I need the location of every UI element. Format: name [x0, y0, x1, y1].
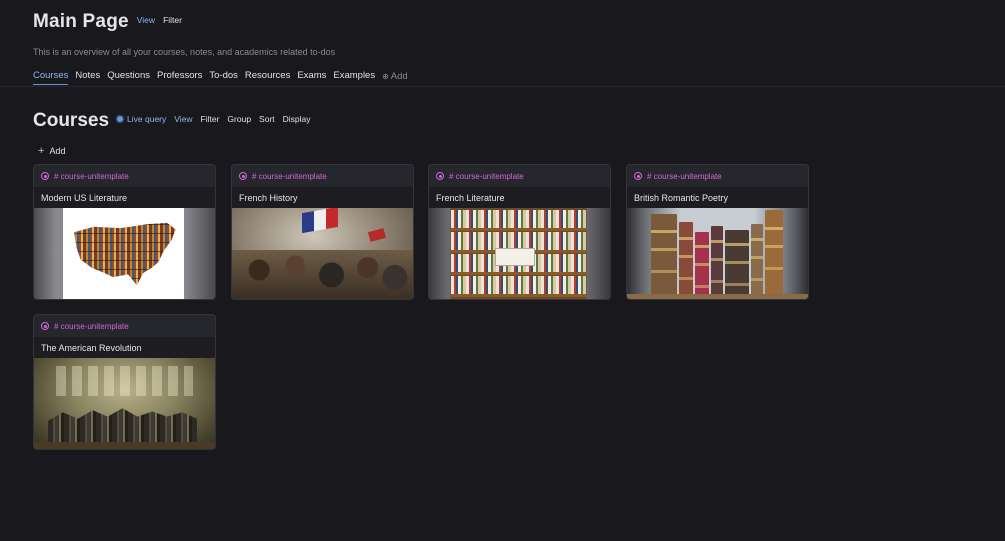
- card-cover-image: [34, 358, 215, 449]
- tab-courses[interactable]: Courses: [33, 70, 69, 85]
- book-image: [751, 224, 763, 296]
- crowd-image: [232, 250, 413, 299]
- tab-professors[interactable]: Professors: [157, 70, 202, 85]
- tab-notes[interactable]: Notes: [75, 70, 100, 85]
- french-flag-image: [302, 208, 338, 234]
- section-view-button[interactable]: View: [174, 114, 192, 124]
- card-tag-label: # course-unitemplate: [647, 171, 722, 181]
- book-image: [679, 222, 693, 296]
- hall-arches-image: [56, 366, 193, 396]
- add-tab-label: Add: [390, 70, 408, 82]
- card-title: French History: [232, 187, 413, 208]
- title-row: Main Page View Filter: [33, 11, 1005, 33]
- shop-sign-image: [495, 248, 535, 266]
- course-card[interactable]: # course-unitemplate The American Revolu…: [33, 314, 216, 450]
- card-title: The American Revolution: [34, 337, 215, 358]
- card-title: Modern US Literature: [34, 187, 215, 208]
- section-sort-button[interactable]: Sort: [259, 114, 275, 124]
- card-tag[interactable]: # course-unitemplate: [627, 165, 808, 187]
- card-title: French Literature: [429, 187, 610, 208]
- card-title: British Romantic Poetry: [627, 187, 808, 208]
- section-filter-button[interactable]: Filter: [201, 114, 220, 124]
- template-icon: [634, 172, 642, 180]
- us-map-of-books-image: [74, 222, 176, 286]
- plus-icon: +: [38, 145, 45, 157]
- bookshelf-row: [451, 210, 586, 231]
- card-tag[interactable]: # course-unitemplate: [34, 165, 215, 187]
- page-title: Main Page: [33, 11, 129, 32]
- filter-button[interactable]: Filter: [163, 15, 182, 25]
- card-cover-image: [232, 208, 413, 299]
- tab-questions[interactable]: Questions: [107, 70, 150, 85]
- assembly-figures-image: [48, 408, 197, 446]
- tab-exams[interactable]: Exams: [297, 70, 326, 85]
- book-image: [725, 230, 749, 296]
- tab-resources[interactable]: Resources: [245, 70, 290, 85]
- section-display-button[interactable]: Display: [283, 114, 311, 124]
- card-cover-image: [627, 208, 808, 299]
- main-page: Main Page View Filter This is an overvie…: [0, 0, 1005, 541]
- header-divider: [0, 86, 1005, 87]
- live-query-label: Live query: [127, 114, 167, 124]
- tab-examples[interactable]: Examples: [333, 70, 375, 85]
- section-header: Courses Live query View Filter Group Sor…: [33, 110, 311, 132]
- card-tag[interactable]: # course-unitemplate: [34, 315, 215, 337]
- table-image: [627, 294, 808, 299]
- plus-circle-icon: ⊕: [382, 71, 389, 81]
- course-card[interactable]: # course-unitemplate British Romantic Po…: [626, 164, 809, 300]
- book-image: [651, 214, 677, 296]
- section-title: Courses: [33, 110, 110, 131]
- card-tag[interactable]: # course-unitemplate: [429, 165, 610, 187]
- tab-to-dos[interactable]: To-dos: [209, 70, 238, 85]
- view-button[interactable]: View: [137, 15, 155, 25]
- template-icon: [41, 172, 49, 180]
- floor-image: [34, 442, 215, 449]
- course-card[interactable]: # course-unitemplate French Literature: [428, 164, 611, 300]
- template-icon: [436, 172, 444, 180]
- card-tag[interactable]: # course-unitemplate: [232, 165, 413, 187]
- page-subtitle: This is an overview of all your courses,…: [33, 47, 336, 57]
- card-tag-label: # course-unitemplate: [449, 171, 524, 181]
- bookshelf-row: [451, 276, 586, 297]
- template-icon: [41, 322, 49, 330]
- card-tag-label: # course-unitemplate: [54, 171, 129, 181]
- live-query-icon: [117, 116, 124, 122]
- page-header: Main Page View Filter This is an overvie…: [33, 11, 1005, 85]
- add-tab-button[interactable]: ⊕ Add: [382, 70, 408, 85]
- red-flag-image: [367, 228, 387, 242]
- card-tag-label: # course-unitemplate: [54, 321, 129, 331]
- section-group-button[interactable]: Group: [227, 114, 251, 124]
- template-icon: [239, 172, 247, 180]
- book-image: [765, 210, 783, 296]
- book-image: [695, 232, 709, 296]
- card-tag-label: # course-unitemplate: [252, 171, 327, 181]
- add-course-label: Add: [49, 146, 66, 156]
- card-cover-image: [34, 208, 215, 299]
- card-cover-image: [429, 208, 610, 299]
- tab-bar: Courses Notes Questions Professors To-do…: [33, 70, 1005, 85]
- course-card[interactable]: # course-unitemplate Modern US Literatur…: [33, 164, 216, 300]
- add-course-button[interactable]: + Add: [38, 145, 65, 157]
- book-image: [711, 226, 723, 296]
- course-card[interactable]: # course-unitemplate French History: [231, 164, 414, 300]
- live-query-button[interactable]: Live query: [117, 114, 166, 124]
